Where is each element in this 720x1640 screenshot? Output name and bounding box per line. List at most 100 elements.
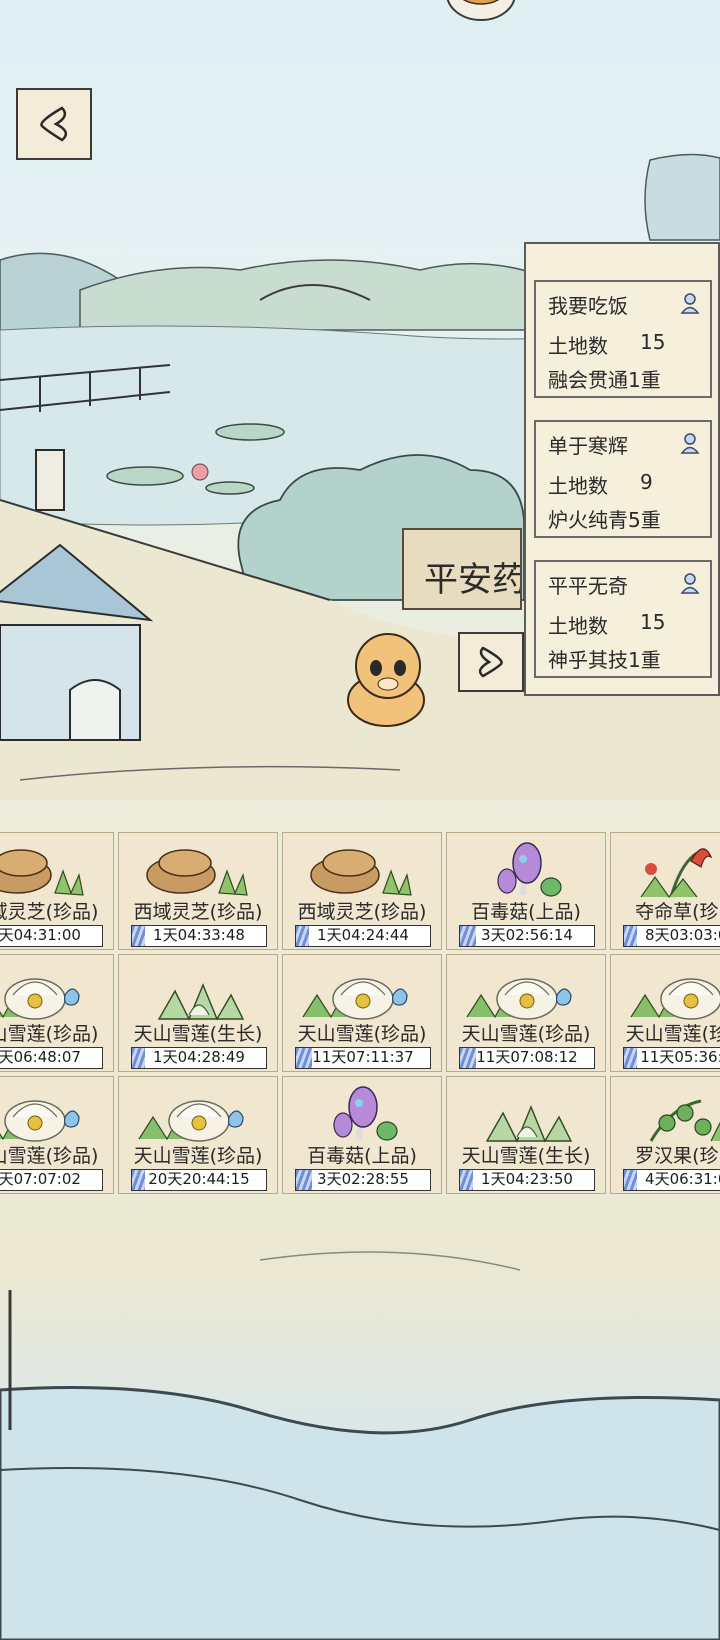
growth-progress-bar: 3天02:56:14 (459, 925, 595, 947)
growth-timer: 1天04:24:44 (317, 926, 409, 944)
plant-lotus-icon (0, 978, 80, 1020)
plant-lotus-icon (466, 978, 572, 1020)
plant-name: 天山雪莲(生长) (133, 1023, 263, 1045)
land-count-value: 9 (640, 470, 653, 494)
player-list-panel: 我要吃饭 土地数 15 融会贯通1重 单于寒辉 土地数 9 炉火纯青5重 平平无… (524, 242, 720, 696)
growth-progress-bar: 11天05:36:00 (623, 1047, 720, 1069)
land-count-label: 土地数 (548, 614, 608, 638)
farm-plot[interactable]: 西域灵芝(珍品) 1天04:24:44 (282, 832, 442, 950)
growth-progress-bar: 8天03:03:00 (623, 925, 720, 947)
plant-lotus-icon (302, 978, 408, 1020)
top-avatar-icon[interactable] (444, 0, 518, 24)
plant-lotus-icon (630, 978, 720, 1020)
growth-progress-bar: 1天07:07:02 (0, 1169, 103, 1191)
growth-timer: 11天05:36:00 (640, 1048, 720, 1066)
plant-name: 西域灵芝(珍品) (0, 901, 99, 923)
shop-sign: 平安药 (402, 528, 522, 610)
chevron-right-icon (478, 646, 503, 678)
player-card[interactable]: 我要吃饭 土地数 15 融会贯通1重 (534, 280, 712, 398)
plant-lotus-icon (0, 1100, 80, 1142)
growth-progress-bar: 1天04:24:44 (295, 925, 431, 947)
land-count-label: 土地数 (548, 474, 608, 498)
farm-plot[interactable]: 百毒菇(上品) 3天02:28:55 (282, 1076, 442, 1194)
plant-name: 天山雪莲(珍品) (133, 1145, 263, 1167)
plant-mushroom-icon (333, 1086, 398, 1141)
growth-progress-bar: 3天02:28:55 (295, 1169, 431, 1191)
plant-name: 天山雪莲(珍品) (461, 1023, 591, 1045)
plant-lingzhi-icon (146, 849, 248, 896)
player-name: 平平无奇 (548, 574, 628, 598)
farm-plot[interactable]: 天山雪莲(珍品) 11天07:08:12 (446, 954, 606, 1072)
farm-plot[interactable]: 百毒菇(上品) 3天02:56:14 (446, 832, 606, 950)
growth-progress-bar: 1天04:28:49 (131, 1047, 267, 1069)
user-icon (680, 293, 700, 314)
growth-timer: 3天02:28:55 (317, 1170, 409, 1188)
growth-timer: 20天20:44:15 (148, 1170, 250, 1188)
growth-timer: 8天03:03:00 (645, 926, 720, 944)
plant-name: 夺命草(珍品) (635, 901, 720, 923)
growth-progress-bar: 11天07:11:37 (295, 1047, 431, 1069)
growth-progress-bar: 4天06:31:00 (623, 1169, 720, 1191)
next-button[interactable] (458, 632, 524, 692)
plant-name: 天山雪莲(珍品) (0, 1145, 99, 1167)
player-name: 单于寒辉 (548, 434, 628, 458)
farm-plot[interactable]: 西域灵芝(珍品) 1天04:31:00 (0, 832, 114, 950)
farm-plot[interactable]: 西域灵芝(珍品) 1天04:33:48 (118, 832, 278, 950)
land-count-label: 土地数 (548, 334, 608, 358)
growth-progress-bar: 1天06:48:07 (0, 1047, 103, 1069)
growth-timer: 1天04:33:48 (153, 926, 245, 944)
user-icon (680, 573, 700, 594)
back-button[interactable] (16, 88, 92, 160)
plant-name: 百毒菇(上品) (307, 1145, 417, 1167)
farm-plot[interactable]: 天山雪莲(珍品) 1天06:48:07 (0, 954, 114, 1072)
plant-name: 罗汉果(珍品) (635, 1145, 720, 1167)
growth-timer: 1天07:07:02 (0, 1170, 81, 1188)
plant-luohan-icon (649, 1099, 720, 1142)
land-count-value: 15 (640, 330, 666, 354)
plant-name: 西域灵芝(珍品) (133, 901, 263, 923)
farm-plot[interactable]: 天山雪莲(珍品) 1天07:07:02 (0, 1076, 114, 1194)
growth-progress-bar: 1天04:31:00 (0, 925, 103, 947)
growth-timer: 1天04:28:49 (153, 1048, 245, 1066)
farm-plot[interactable]: 天山雪莲(珍品) 20天20:44:15 (118, 1076, 278, 1194)
growth-timer: 1天04:31:00 (0, 926, 81, 944)
plant-mushroom-icon (497, 842, 562, 897)
farm-plot[interactable]: 天山雪莲(珍品) 11天07:11:37 (282, 954, 442, 1072)
plant-lotus-icon (138, 1100, 244, 1142)
plant-name: 西域灵芝(珍品) (297, 901, 427, 923)
growth-timer: 1天04:23:50 (481, 1170, 573, 1188)
farm-plot[interactable]: 天山雪莲(珍品) 11天05:36:00 (610, 954, 720, 1072)
plant-lingzhi-icon (0, 849, 84, 896)
farm-plot[interactable]: 天山雪莲(生长) 1天04:23:50 (446, 1076, 606, 1194)
player-skill: 神乎其技1重 (548, 648, 661, 672)
plant-name: 天山雪莲(珍品) (625, 1023, 720, 1045)
chevron-left-icon (40, 106, 68, 142)
plant-name: 天山雪莲(生长) (461, 1145, 591, 1167)
plant-name: 天山雪莲(珍品) (297, 1023, 427, 1045)
farm-plot[interactable]: 天山雪莲(生长) 1天04:28:49 (118, 954, 278, 1072)
player-card[interactable]: 平平无奇 土地数 15 神乎其技1重 (534, 560, 712, 678)
player-skill: 融会贯通1重 (548, 368, 661, 392)
farm-plot[interactable]: 罗汉果(珍品) 4天06:31:00 (610, 1076, 720, 1194)
player-name: 我要吃饭 (548, 294, 628, 318)
growth-timer: 11天07:08:12 (476, 1048, 578, 1066)
farm-plot-grid: 西域灵芝(珍品)1天04:31:00西域灵芝(珍品)1天04:33:48西域灵芝… (0, 832, 720, 1196)
player-card[interactable]: 单于寒辉 土地数 9 炉火纯青5重 (534, 420, 712, 538)
growth-timer: 1天06:48:07 (0, 1048, 81, 1066)
plant-lingzhi-icon (310, 849, 412, 896)
user-icon (680, 433, 700, 454)
growth-timer: 11天07:11:37 (312, 1048, 414, 1066)
growth-progress-bar: 1天04:23:50 (459, 1169, 595, 1191)
growth-progress-bar: 1天04:33:48 (131, 925, 267, 947)
growth-timer: 3天02:56:14 (481, 926, 573, 944)
plant-herb-red-icon (640, 848, 713, 899)
plant-name: 天山雪莲(珍品) (0, 1023, 99, 1045)
player-skill: 炉火纯青5重 (548, 508, 661, 532)
growth-progress-bar: 11天07:08:12 (459, 1047, 595, 1069)
land-count-value: 15 (640, 610, 666, 634)
farm-plot[interactable]: 夺命草(珍品) 8天03:03:00 (610, 832, 720, 950)
growth-progress-bar: 20天20:44:15 (131, 1169, 267, 1191)
plant-lotus-bud-icon (157, 983, 245, 1021)
growth-timer: 4天06:31:00 (645, 1170, 720, 1188)
plant-name: 百毒菇(上品) (471, 901, 581, 923)
